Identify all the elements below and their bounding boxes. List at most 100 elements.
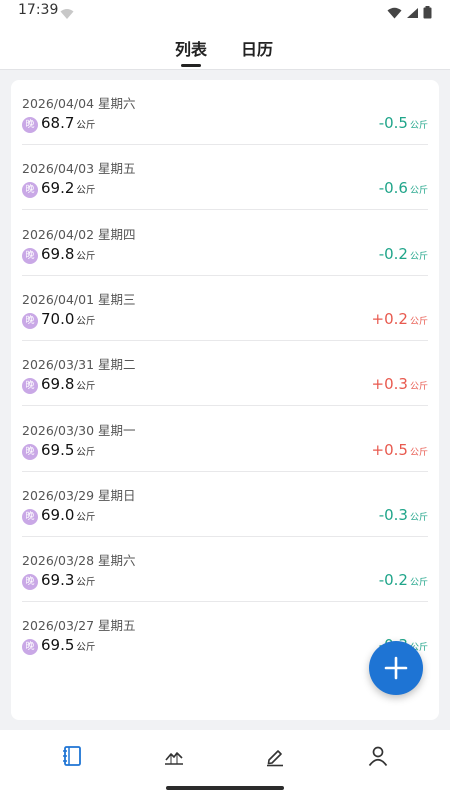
weight-change: +0.3 公斤 xyxy=(372,375,428,393)
weight-value: 69.8 xyxy=(41,244,75,263)
status-bar: 17:39 xyxy=(0,0,450,24)
record-weight: 68.7 公斤 xyxy=(41,114,95,132)
record-row[interactable]: 2026/03/29 星期日晚 69.0 公斤 -0.3 公斤 xyxy=(22,472,428,537)
record-weight: 69.5 公斤 xyxy=(41,636,95,654)
record-date: 2026/03/31 星期二 xyxy=(22,357,136,373)
weight-value: 69.5 xyxy=(41,440,75,459)
evening-badge: 晚 xyxy=(22,182,38,199)
weight-value: 68.7 xyxy=(41,114,75,132)
plus-icon xyxy=(384,656,408,680)
weight-value: 69.2 xyxy=(41,179,75,198)
nav-profile[interactable] xyxy=(364,742,392,770)
change-value: +0.2 xyxy=(371,309,408,328)
change-unit: 公斤 xyxy=(409,382,428,393)
record-list: 2026/04/04 星期六晚 68.7 公斤 -0.5 公斤 2026/04/03 星期… xyxy=(11,80,439,720)
weight-change: -0.5 公斤 xyxy=(379,114,428,132)
record-date: 2026/03/28 星期六 xyxy=(22,553,136,569)
weight-change: -0.6 公斤 xyxy=(379,179,428,197)
weight-unit: 公斤 xyxy=(76,577,96,589)
record-row[interactable]: 2026/03/28 星期六晚 69.3 公斤 -0.2 公斤 xyxy=(22,537,428,603)
change-value: -0.6 xyxy=(378,179,408,198)
nav-chart[interactable] xyxy=(160,742,188,770)
record-date: 2026/04/04 星期六 xyxy=(22,96,136,111)
weight-change: -0.2 公斤 xyxy=(379,245,428,263)
weight-change: +0.5 公斤 xyxy=(372,441,428,459)
signal-icon xyxy=(406,4,419,23)
record-date: 2026/03/30 星期一 xyxy=(22,422,136,438)
weight-unit: 公斤 xyxy=(76,120,96,131)
chart-icon xyxy=(165,752,183,765)
weight-unit: 公斤 xyxy=(76,315,96,327)
record-row[interactable]: 2026/04/02 星期四晚 69.8 公斤 -0.2 公斤 xyxy=(22,211,428,276)
record-weight: 69.8 公斤 xyxy=(41,245,95,263)
record-weight: 69.0 公斤 xyxy=(41,506,95,524)
pencil-icon xyxy=(267,750,283,767)
record-weight: 70.0 公斤 xyxy=(41,310,95,328)
wifi-icon xyxy=(387,4,402,23)
record-row[interactable]: 2026/03/31 星期二晚 69.8 公斤 +0.3 公斤 xyxy=(22,341,428,407)
weight-unit: 公斤 xyxy=(76,642,96,654)
record-weight: 69.5 公斤 xyxy=(41,441,95,459)
record-row[interactable]: 2026/04/01 星期三晚 70.0 公斤 +0.2 公斤 xyxy=(22,276,428,341)
change-value: -0.2 xyxy=(378,244,408,263)
weight-value: 70.0 xyxy=(41,309,75,328)
change-unit: 公斤 xyxy=(409,512,428,523)
evening-badge: 晚 xyxy=(22,378,38,395)
bottom-nav xyxy=(0,730,450,800)
record-row[interactable]: 2026/04/03 星期五晚 69.2 公斤 -0.6 公斤 xyxy=(22,145,428,211)
wifi-question-icon xyxy=(60,5,74,24)
record-date: 2026/04/02 星期四 xyxy=(22,226,136,242)
weight-change: +0.2 公斤 xyxy=(372,310,428,328)
status-icons xyxy=(387,4,432,23)
record-weight: 69.2 公斤 xyxy=(41,179,95,197)
change-value: +0.3 xyxy=(371,375,408,394)
evening-badge: 晚 xyxy=(22,117,38,133)
weight-unit: 公斤 xyxy=(76,250,96,262)
add-record-button[interactable] xyxy=(369,641,423,695)
change-unit: 公斤 xyxy=(409,251,428,262)
battery-icon xyxy=(423,4,432,23)
tab-list[interactable]: 列表 xyxy=(175,36,207,67)
weight-change: -0.3公斤 xyxy=(379,506,428,524)
weight-unit: 公斤 xyxy=(76,446,96,458)
change-unit: 公斤 xyxy=(409,447,428,458)
evening-badge: 晚 xyxy=(22,443,38,460)
record-row[interactable]: 2026/04/04 星期六晚 68.7 公斤 -0.5 公斤 xyxy=(22,80,428,145)
record-date: 2026/03/29 星期日 xyxy=(22,487,136,503)
weight-value: 69.0 xyxy=(41,505,75,524)
weight-unit: 公斤 xyxy=(76,381,96,393)
profile-icon xyxy=(368,746,388,767)
evening-badge: 晚 xyxy=(22,639,38,656)
status-time: 17:39 xyxy=(18,2,59,18)
weight-unit: 公斤 xyxy=(76,511,96,523)
change-unit: 公斤 xyxy=(409,121,428,131)
evening-badge: 晚 xyxy=(22,508,38,525)
change-unit: 公斤 xyxy=(409,578,428,589)
nav-notebook[interactable] xyxy=(58,742,86,770)
change-unit: 公斤 xyxy=(409,186,428,197)
nav-edit[interactable] xyxy=(261,742,289,770)
record-date: 2026/04/01 星期三 xyxy=(22,291,136,307)
record-weight: 69.3 公斤 xyxy=(41,571,95,589)
tab-calendar[interactable]: 日历 xyxy=(241,36,273,60)
change-value: -0.5 xyxy=(378,114,408,132)
evening-badge: 晚 xyxy=(22,247,38,264)
change-value: +0.5 xyxy=(371,440,408,459)
weight-value: 69.8 xyxy=(41,375,75,394)
record-date: 2026/03/27 星期五 xyxy=(22,618,136,634)
record-date: 2026/04/03 星期五 xyxy=(22,161,136,177)
home-indicator xyxy=(166,786,284,790)
weight-unit: 公斤 xyxy=(76,185,96,197)
view-tabs: 列表 日历 xyxy=(0,24,450,70)
weight-value: 69.5 xyxy=(41,636,75,655)
weight-change: -0.2 公斤 xyxy=(379,571,428,589)
change-unit: 公斤 xyxy=(409,316,428,327)
notebook-icon xyxy=(63,746,81,766)
change-value: -0.3 xyxy=(378,505,408,524)
record-row[interactable]: 2026/03/27 星期五晚69.5公斤-0.3公斤 xyxy=(22,602,428,667)
evening-badge: 晚 xyxy=(22,574,38,591)
record-weight: 69.8 公斤 xyxy=(41,375,95,393)
change-value: -0.2 xyxy=(378,571,408,590)
record-row[interactable]: 2026/03/30 星期一晚 69.5 公斤 +0.5 公斤 xyxy=(22,407,428,472)
evening-badge: 晚 xyxy=(22,312,38,329)
